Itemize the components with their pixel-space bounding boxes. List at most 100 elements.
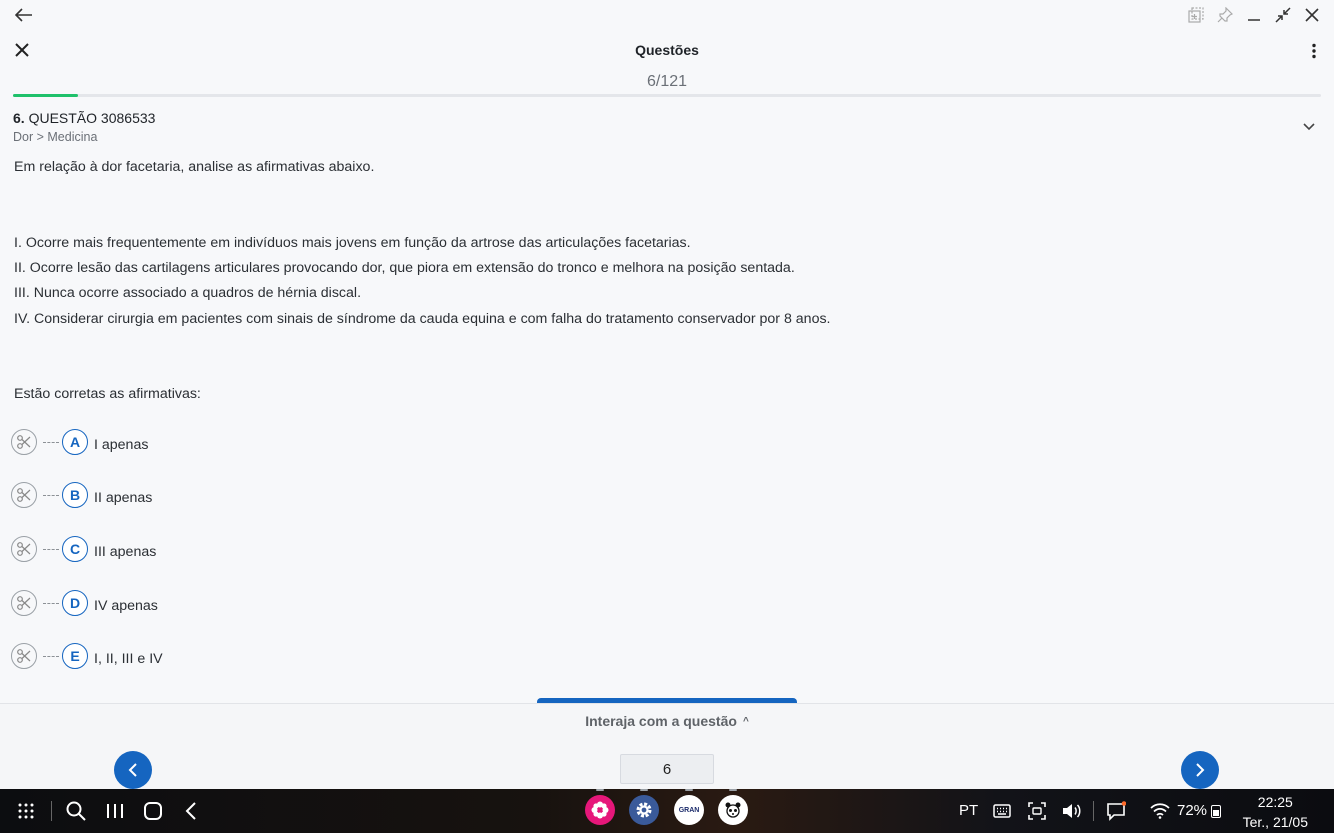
volume-icon [1063, 804, 1081, 818]
flower-app-icon[interactable] [585, 795, 615, 825]
breadcrumb: Dor > Medicina [13, 130, 98, 144]
progress-bar-fill [13, 94, 79, 97]
taskbar-divider [1093, 801, 1094, 821]
panda-app-icon[interactable] [718, 795, 748, 825]
pin-button[interactable] [1214, 4, 1235, 25]
clock-time: 22:25 [1257, 794, 1293, 810]
home-button[interactable] [141, 799, 165, 823]
question-number: 6. [13, 110, 25, 126]
recent-apps-button[interactable] [103, 799, 127, 823]
scissors-icon [17, 488, 31, 502]
previous-question-button[interactable] [114, 751, 152, 789]
statement-4: IV. Considerar cirurgia em pacientes com… [14, 311, 831, 327]
more-vertical-icon [1312, 43, 1316, 59]
scissors-icon [17, 649, 31, 663]
interact-label: Interaja com a questão [585, 713, 737, 729]
window-title-bar [0, 0, 1334, 30]
popup-view-button[interactable] [1185, 4, 1206, 25]
question-counter: 6/121 [646, 73, 688, 90]
statement-1: I. Ocorre mais frequentemente em indivíd… [14, 235, 691, 251]
scissors-icon [17, 542, 31, 556]
apps-grid-icon [18, 803, 34, 819]
option-text: I apenas [94, 436, 149, 453]
search-button[interactable] [64, 799, 88, 823]
panda-icon [725, 802, 741, 818]
option-b[interactable]: B II apenas [11, 481, 411, 509]
wifi-icon [1150, 803, 1170, 819]
message-icon [1107, 801, 1126, 821]
clock[interactable]: 22:25 Ter., 21/05 [1243, 792, 1308, 832]
screenshot-button[interactable] [1025, 799, 1049, 823]
eliminate-option-d-button[interactable] [11, 590, 37, 616]
search-icon [66, 801, 86, 821]
statement-3: III. Nunca ocorre associado a quadros de… [14, 285, 362, 301]
battery-fill [1213, 810, 1219, 816]
battery-icon [1211, 805, 1221, 818]
app-drawer-button[interactable] [14, 799, 38, 823]
option-letter: B [62, 482, 88, 508]
expand-question-button[interactable] [1300, 118, 1318, 136]
gear-icon [636, 802, 652, 818]
back-icon [185, 802, 196, 820]
taskbar-divider [51, 801, 52, 821]
battery-level: 72% [1177, 802, 1208, 819]
pin-icon [1217, 6, 1233, 22]
question-label: QUESTÃO 3086533 [28, 110, 156, 126]
dashed-connector [43, 655, 59, 657]
progress-bar [13, 94, 1321, 97]
running-indicator [640, 789, 648, 791]
close-icon [1304, 7, 1319, 22]
flower-icon [591, 801, 609, 819]
option-a[interactable]: A I apenas [11, 428, 411, 456]
option-e[interactable]: E I, II, III e IV [11, 642, 411, 670]
minimize-button[interactable] [1243, 4, 1264, 25]
notifications-button[interactable] [1104, 799, 1128, 823]
chevron-down-icon [1303, 123, 1315, 131]
question-number-input[interactable]: 6 [620, 754, 714, 784]
eliminate-option-c-button[interactable] [11, 536, 37, 562]
chevron-right-icon [1196, 763, 1205, 777]
keyboard-icon [993, 804, 1011, 818]
running-indicator [685, 789, 693, 791]
interact-toggle[interactable]: Interaja com a questão ^ [0, 713, 1334, 729]
dashed-connector [43, 602, 59, 604]
eliminate-option-e-button[interactable] [11, 643, 37, 669]
running-indicator [596, 789, 604, 791]
minimize-icon [1247, 18, 1260, 21]
option-c[interactable]: C III apenas [11, 535, 411, 563]
app-header: Questões [0, 30, 1334, 72]
chevron-up-icon: ^ [742, 716, 749, 727]
option-text: III apenas [94, 543, 157, 560]
next-question-button[interactable] [1181, 751, 1219, 789]
option-d[interactable]: D IV apenas [11, 589, 411, 617]
restore-button[interactable] [1272, 4, 1293, 25]
question-title: 6. QUESTÃO 3086533 [13, 110, 155, 126]
more-options-button[interactable] [1306, 40, 1322, 62]
wifi-status[interactable] [1148, 799, 1172, 823]
chevron-left-icon [128, 763, 137, 777]
collapse-arrows-icon [1274, 6, 1291, 23]
question-prompt: Estão corretas as afirmativas: [14, 386, 201, 402]
home-icon [144, 802, 162, 820]
window-back-button[interactable] [12, 4, 36, 26]
option-letter: A [62, 429, 88, 455]
settings-app-icon[interactable] [629, 795, 659, 825]
option-text: II apenas [94, 489, 153, 506]
eliminate-option-b-button[interactable] [11, 482, 37, 508]
language-indicator[interactable]: PT [959, 802, 978, 819]
screen-capture-icon [1028, 802, 1046, 820]
dashed-connector [43, 441, 59, 443]
eliminate-option-a-button[interactable] [11, 429, 37, 455]
statement-2: II. Ocorre lesão das cartilagens articul… [14, 260, 795, 276]
scissors-icon [17, 596, 31, 610]
keyboard-button[interactable] [990, 799, 1014, 823]
option-text: I, II, III e IV [94, 650, 163, 667]
option-letter: E [62, 643, 88, 669]
back-button[interactable] [179, 799, 203, 823]
question-header: 6. QUESTÃO 3086533 Dor > Medicina [13, 110, 155, 144]
gran-app-icon[interactable]: GRAN [674, 795, 704, 825]
arrow-left-icon [15, 8, 32, 22]
window-close-button[interactable] [1301, 4, 1322, 25]
volume-button[interactable] [1059, 799, 1083, 823]
recent-apps-icon [107, 804, 123, 818]
